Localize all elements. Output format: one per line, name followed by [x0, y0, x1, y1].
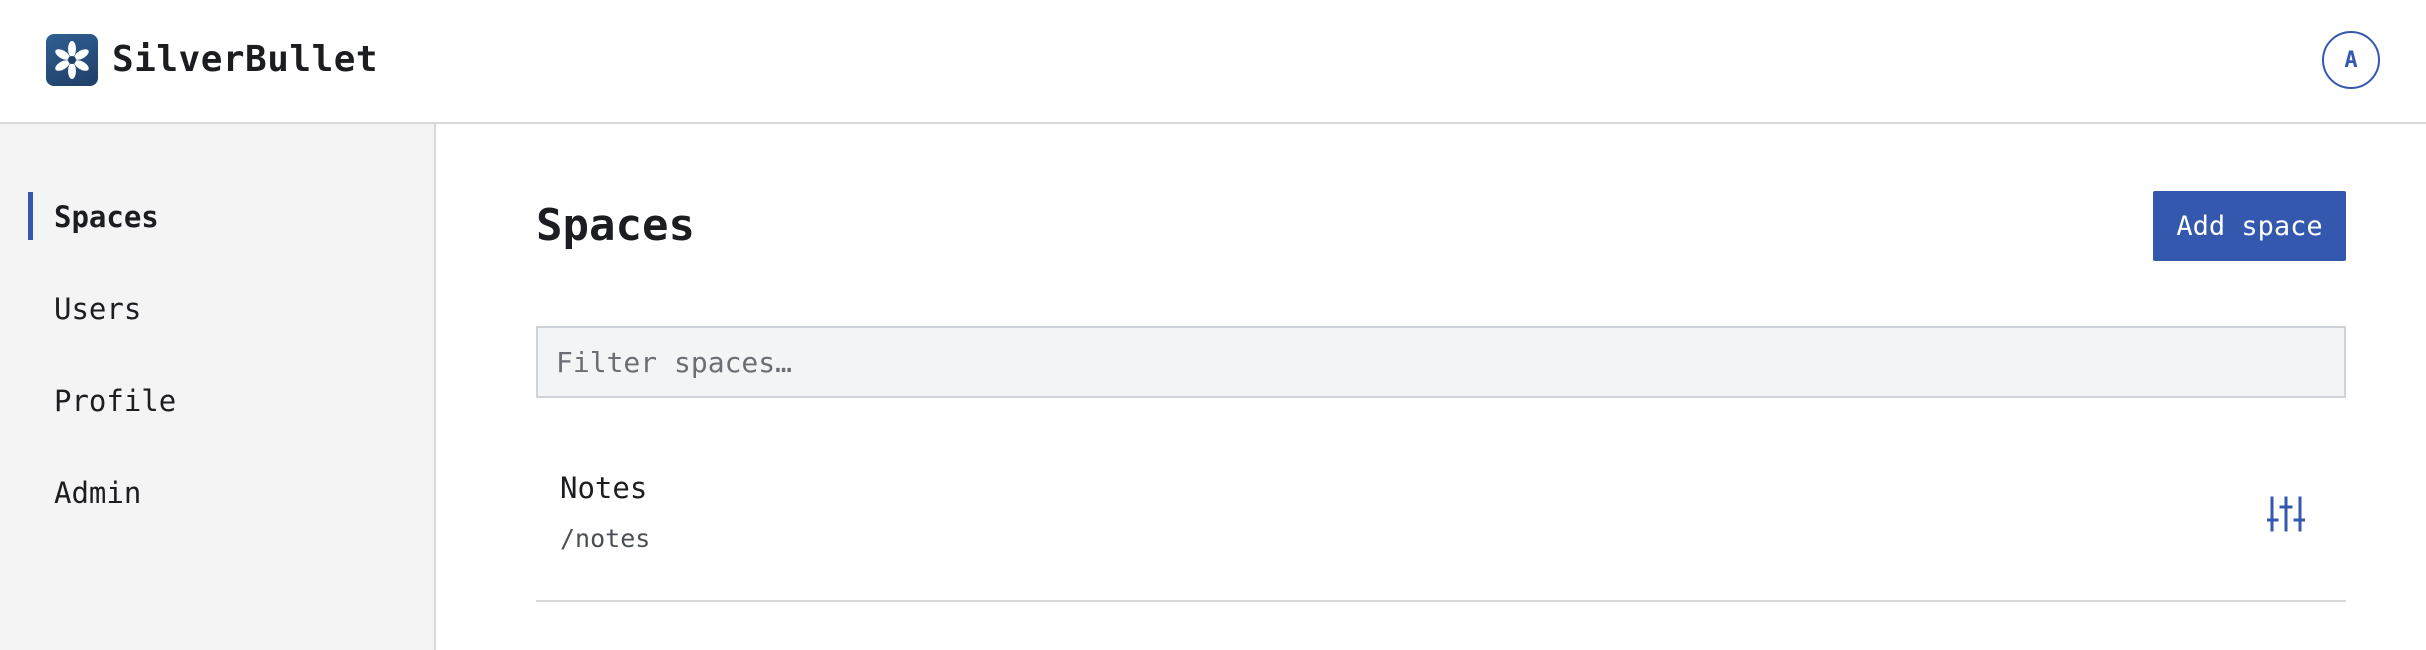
sidebar-item-users[interactable]: Users	[0, 284, 434, 334]
active-indicator	[28, 192, 33, 240]
avatar-initial: A	[2344, 47, 2358, 73]
sidebar-item-label: Profile	[54, 384, 177, 418]
top-bar: SilverBullet A	[0, 0, 2426, 124]
sidebar-item-label: Admin	[54, 476, 142, 510]
sidebar-item-label: Spaces	[54, 200, 159, 234]
sidebar-item-label: Users	[54, 292, 142, 326]
filter-spaces-input[interactable]	[536, 326, 2346, 398]
user-avatar[interactable]: A	[2322, 31, 2380, 89]
space-path: /notes	[560, 524, 651, 553]
app-title: SilverBullet	[112, 39, 379, 80]
page-title: Spaces	[536, 200, 695, 251]
list-item[interactable]: Notes /notes	[536, 440, 2346, 602]
add-space-button[interactable]: Add space	[2153, 191, 2346, 261]
space-name: Notes	[560, 471, 648, 505]
sidebar: Spaces Users Profile Admin	[0, 124, 436, 650]
sidebar-item-profile[interactable]: Profile	[0, 376, 434, 426]
sidebar-item-admin[interactable]: Admin	[0, 468, 434, 518]
snowflake-logo-icon	[46, 34, 98, 86]
sliders-icon[interactable]	[2262, 490, 2310, 538]
sidebar-item-spaces[interactable]: Spaces	[0, 192, 434, 242]
